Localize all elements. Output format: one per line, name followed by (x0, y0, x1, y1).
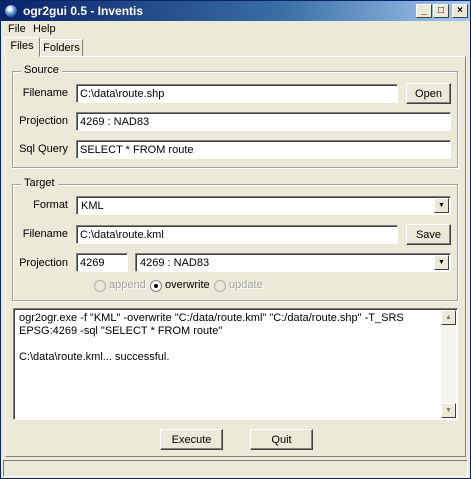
source-projection-label: Projection (19, 115, 68, 127)
source-filename-input[interactable] (76, 84, 398, 103)
source-filename-label: Filename (22, 87, 68, 99)
chevron-down-icon[interactable]: ▼ (434, 198, 449, 213)
title-bar[interactable]: ogr2gui 0.5 - Inventis _ □ × (1, 1, 470, 21)
menu-bar: File Help (1, 21, 470, 37)
menu-file[interactable]: File (8, 23, 26, 35)
minimize-button[interactable]: _ (416, 4, 432, 18)
save-button[interactable]: Save (406, 224, 451, 245)
vertical-scrollbar[interactable]: ▲ ▼ (441, 310, 456, 418)
append-radio-label: append (109, 279, 146, 291)
tab-folders[interactable]: Folders (40, 39, 83, 57)
menu-help[interactable]: Help (33, 23, 56, 35)
quit-button[interactable]: Quit (250, 429, 313, 450)
status-bar (3, 460, 468, 477)
sql-query-input[interactable] (76, 140, 451, 159)
app-window: ogr2gui 0.5 - Inventis _ □ × File Help F… (0, 0, 471, 479)
overwrite-radio-circle[interactable] (150, 280, 162, 292)
globe-icon (4, 4, 18, 18)
target-legend: Target (21, 177, 58, 189)
source-legend: Source (21, 64, 62, 76)
format-select[interactable]: KML ▼ (76, 196, 451, 215)
append-radio-circle[interactable] (94, 280, 106, 292)
update-radio-label: update (229, 279, 263, 291)
execute-button[interactable]: Execute (160, 429, 223, 450)
close-button[interactable]: × (452, 4, 468, 18)
output-log[interactable]: ogr2ogr.exe -f "KML" -overwrite "C:/data… (13, 308, 458, 420)
scroll-up-icon[interactable]: ▲ (441, 310, 456, 325)
target-projection-value: 4269 : NAD83 (140, 257, 210, 269)
format-select-value: KML (81, 200, 104, 212)
overwrite-radio-label: overwrite (165, 279, 210, 291)
sql-query-label: Sql Query (19, 143, 68, 155)
output-log-text: ogr2ogr.exe -f "KML" -overwrite "C:/data… (19, 312, 404, 363)
target-filename-input[interactable] (76, 225, 398, 244)
format-label: Format (33, 199, 68, 211)
radio-selected-dot (154, 284, 158, 288)
chevron-down-icon[interactable]: ▼ (434, 255, 449, 270)
scroll-down-icon[interactable]: ▼ (441, 403, 456, 418)
epsg-input[interactable] (76, 253, 128, 272)
tab-files[interactable]: Files (4, 37, 40, 57)
source-projection-input[interactable] (76, 112, 451, 131)
maximize-button[interactable]: □ (433, 4, 449, 18)
update-radio-circle[interactable] (214, 280, 226, 292)
window-title: ogr2gui 0.5 - Inventis (23, 4, 144, 18)
target-filename-label: Filename (22, 228, 68, 240)
open-button[interactable]: Open (406, 83, 451, 104)
target-projection-select[interactable]: 4269 : NAD83 ▼ (135, 253, 451, 272)
target-projection-label: Projection (19, 257, 68, 269)
